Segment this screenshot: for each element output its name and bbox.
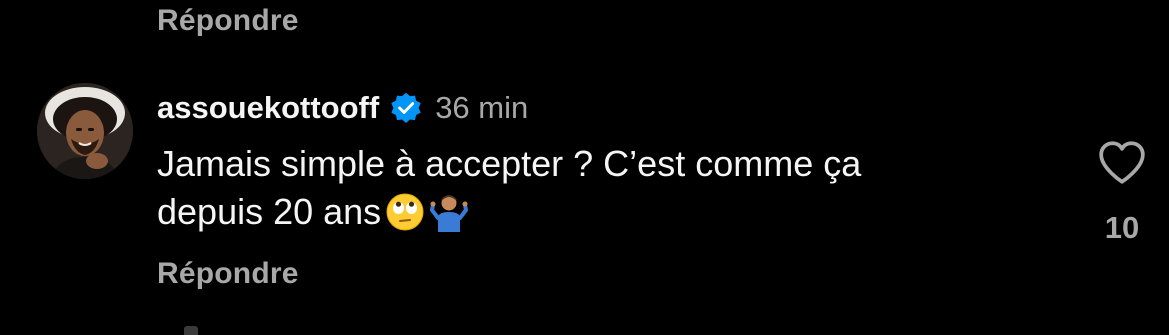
comment-text: Jamais simple à accepter ? C’est comme ç…	[157, 140, 1037, 236]
verified-badge-icon	[389, 91, 423, 125]
comment-text-line-2-words: depuis 20 ans	[157, 191, 382, 232]
comment-text-line-2: depuis 20 ans	[157, 188, 1037, 236]
username[interactable]: assouekottooff	[157, 90, 379, 126]
reply-button[interactable]: Répondre	[157, 257, 299, 291]
face-with-rolling-eyes-emoji-icon	[385, 192, 425, 232]
reply-button-previous[interactable]: Répondre	[157, 4, 299, 38]
comment-item: assouekottooff 36 min Jamais simple à ac…	[0, 80, 1169, 300]
timestamp: 36 min	[435, 90, 529, 125]
heart-outline-icon[interactable]	[1097, 140, 1147, 186]
person-shrugging-emoji-icon	[429, 192, 469, 232]
like-count: 10	[1104, 210, 1140, 245]
avatar-image	[37, 83, 133, 179]
comment-header: assouekottooff 36 min	[157, 86, 528, 130]
next-comment-avatar-edge	[184, 326, 198, 335]
comment-text-line-1: Jamais simple à accepter ? C’est comme ç…	[157, 143, 862, 184]
avatar[interactable]	[37, 83, 133, 179]
